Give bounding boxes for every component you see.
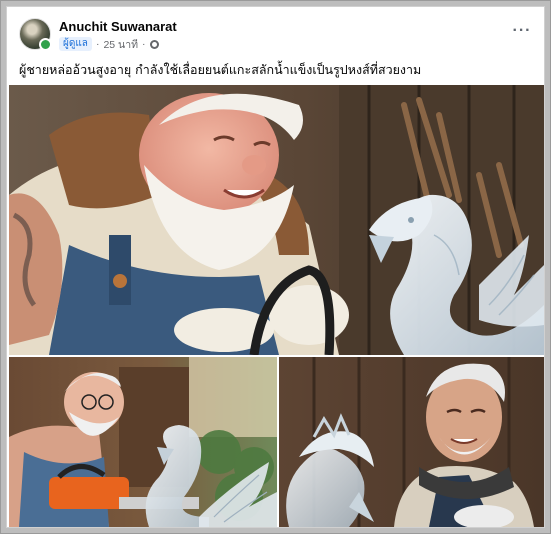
globe-icon[interactable] [149, 39, 159, 49]
photo-main[interactable] [9, 85, 544, 355]
more-options-button[interactable]: ··· [510, 21, 534, 41]
online-status-icon [39, 38, 52, 51]
photo-bottom-right-illustration [279, 357, 544, 527]
post-timestamp[interactable]: 25 นาที [103, 36, 138, 53]
photo-main-illustration [9, 85, 544, 355]
post-text: ผู้ชายหล่ออ้วนสูงอายุ กำลังใช้เลื่อยยนต์… [19, 62, 422, 77]
meta-separator: · [95, 38, 100, 50]
photo-bottom-left-illustration [9, 357, 277, 527]
admin-badge[interactable]: ผู้ดูแล [59, 37, 92, 51]
post-card: Anuchit Suwanarat ผู้ดูแล · 25 นาที · ··… [6, 6, 545, 528]
meta-separator-2: · [142, 38, 146, 50]
author-name-link[interactable]: Anuchit Suwanarat [59, 19, 177, 34]
author-avatar[interactable] [19, 18, 52, 51]
photo-bottom-left[interactable] [9, 357, 277, 527]
screenshot-frame: Anuchit Suwanarat ผู้ดูแล · 25 นาที · ··… [0, 0, 551, 534]
photo-bottom-right[interactable] [279, 357, 544, 527]
post-meta: ผู้ดูแล · 25 นาที · [59, 37, 159, 51]
more-options-icon: ··· [512, 22, 532, 39]
